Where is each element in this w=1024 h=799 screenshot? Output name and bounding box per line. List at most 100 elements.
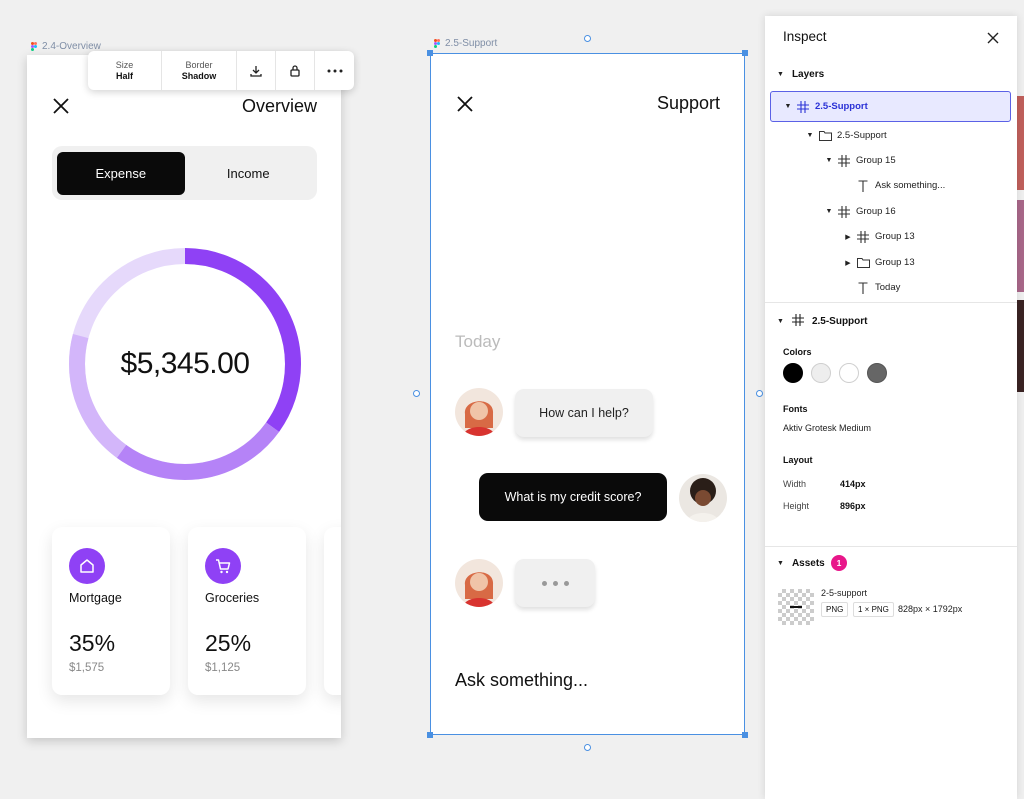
caret-down-icon: ▼ [777,560,784,567]
typing-dot [541,580,547,586]
frame-label-text: 2.5-Support [445,38,498,49]
rotate-handle[interactable] [584,35,591,42]
section-label: Layers [791,69,825,80]
frame-icon [837,154,851,168]
caret-down-icon: ▼ [777,71,784,78]
layer-label: 2.5-Support [837,130,887,141]
font-name[interactable]: Aktiv Grotesk Medium [783,423,871,433]
frame-icon [856,230,870,244]
panel-title: Inspect [783,29,827,44]
color-swatch-white[interactable] [839,363,859,383]
text-icon [856,281,870,295]
agent-message: How can I help? [515,389,653,437]
layout-label: Layout [783,455,813,465]
category-name: Groceries [205,591,260,605]
caret-down-icon: ▼ [825,208,833,215]
close-icon[interactable] [51,96,71,116]
close-icon[interactable] [455,94,475,114]
layer-row[interactable]: ▼ Group 15 [770,148,1011,173]
page-title: Overview [241,96,317,116]
category-name: Mortgage [69,591,122,605]
home-icon [69,548,105,584]
layer-label: Group 16 [856,206,896,217]
support-frame[interactable]: Support Today How can I help? What is my… [430,53,745,735]
asset-format-chip[interactable]: PNG [821,602,849,617]
overview-frame[interactable]: Overview Expense Income $5,345.00 Mortga… [27,55,341,738]
tab-income[interactable]: Income [185,152,313,195]
resize-handle[interactable] [413,390,420,397]
size-control[interactable]: Size Half [88,51,162,90]
border-key: Border [185,60,213,70]
caret-down-icon: ▼ [806,132,814,139]
background-image-strip [1017,200,1024,292]
fonts-label: Fonts [783,404,808,414]
expense-income-toggle: Expense Income [52,146,317,200]
frame-label-support[interactable]: 2.5-Support [434,38,497,49]
assets-heading[interactable]: ▼ Assets [777,558,825,569]
layer-row[interactable]: ▼ 2.5-Support [770,91,1011,122]
lock-icon[interactable] [276,51,315,90]
frame-heading[interactable]: ▼ 2.5-Support [777,314,868,329]
size-key: Size [115,60,134,70]
category-card-groceries[interactable]: Groceries 25% $1,125 [188,527,306,695]
caret-right-icon: ▶ [845,233,851,241]
resize-handle[interactable] [756,390,763,397]
layer-row[interactable]: ▼ 2.5-Support [770,123,1011,148]
width-value: 414px [840,479,866,489]
color-swatch-gray[interactable] [867,363,887,383]
resize-handle[interactable] [427,732,433,738]
category-amount: $1,575 [69,662,105,674]
border-control[interactable]: Border Shadow [162,51,237,90]
layer-label: Ask something... [875,180,946,191]
asset-name: 2-5-support [821,588,868,598]
colors-label: Colors [783,347,812,357]
layer-label: 2.5-Support [815,101,868,112]
inspect-panel: Inspect ▼ Layers ▼ 2.5-Support ▼ 2.5-Sup… [765,16,1017,799]
divider [765,546,1017,547]
caret-right-icon: ▶ [845,259,851,267]
typing-dot [552,580,558,586]
assets-count-badge: 1 [831,555,847,571]
agent-avatar [455,559,503,607]
page-title: Support [656,93,720,113]
background-image-strip [1017,300,1024,392]
layer-row[interactable]: ▼ Group 16 [770,199,1011,224]
layer-label: Group 13 [875,257,915,268]
user-message: What is my credit score? [479,473,667,521]
border-value: Shadow [181,71,217,81]
asset-dimensions: 828px × 1792px [898,604,963,614]
layer-label: Group 15 [856,155,896,166]
user-avatar [679,474,727,522]
caret-down-icon: ▼ [777,318,784,325]
tab-expense[interactable]: Expense [57,151,185,195]
figma-icon [31,42,37,51]
layers-heading[interactable]: ▼ Layers [777,69,824,80]
asset-thumbnail[interactable] [778,589,814,625]
message-input[interactable]: Ask something... [455,670,588,691]
close-icon[interactable] [987,31,999,44]
download-icon[interactable] [237,51,276,90]
resize-handle[interactable] [742,732,748,738]
category-amount: $1,125 [205,662,241,674]
date-divider: Today [455,332,501,351]
divider [765,302,1017,303]
category-card-partial[interactable] [324,527,341,695]
layer-row[interactable]: ▶ Group 13 [770,224,1011,249]
category-card-mortgage[interactable]: Mortgage 35% $1,575 [52,527,170,695]
layer-row[interactable]: Ask something... [770,173,1011,198]
asset-scale-chip[interactable]: 1 × PNG [853,602,894,617]
frame-toolbar: Size Half Border Shadow [88,51,354,90]
color-swatch-light-gray[interactable] [811,363,831,383]
more-icon[interactable] [315,51,354,90]
layer-row[interactable]: Today [770,275,1011,300]
resize-handle[interactable] [584,744,591,751]
resize-handle[interactable] [742,50,748,56]
layer-row[interactable]: ▶ Group 13 [770,250,1011,275]
cart-icon [205,548,241,584]
resize-handle[interactable] [427,50,433,56]
layer-label: Group 13 [875,231,915,242]
color-swatch-black[interactable] [783,363,803,383]
section-label: 2.5-Support [811,316,868,327]
typing-indicator [515,559,595,607]
agent-avatar [455,388,503,436]
